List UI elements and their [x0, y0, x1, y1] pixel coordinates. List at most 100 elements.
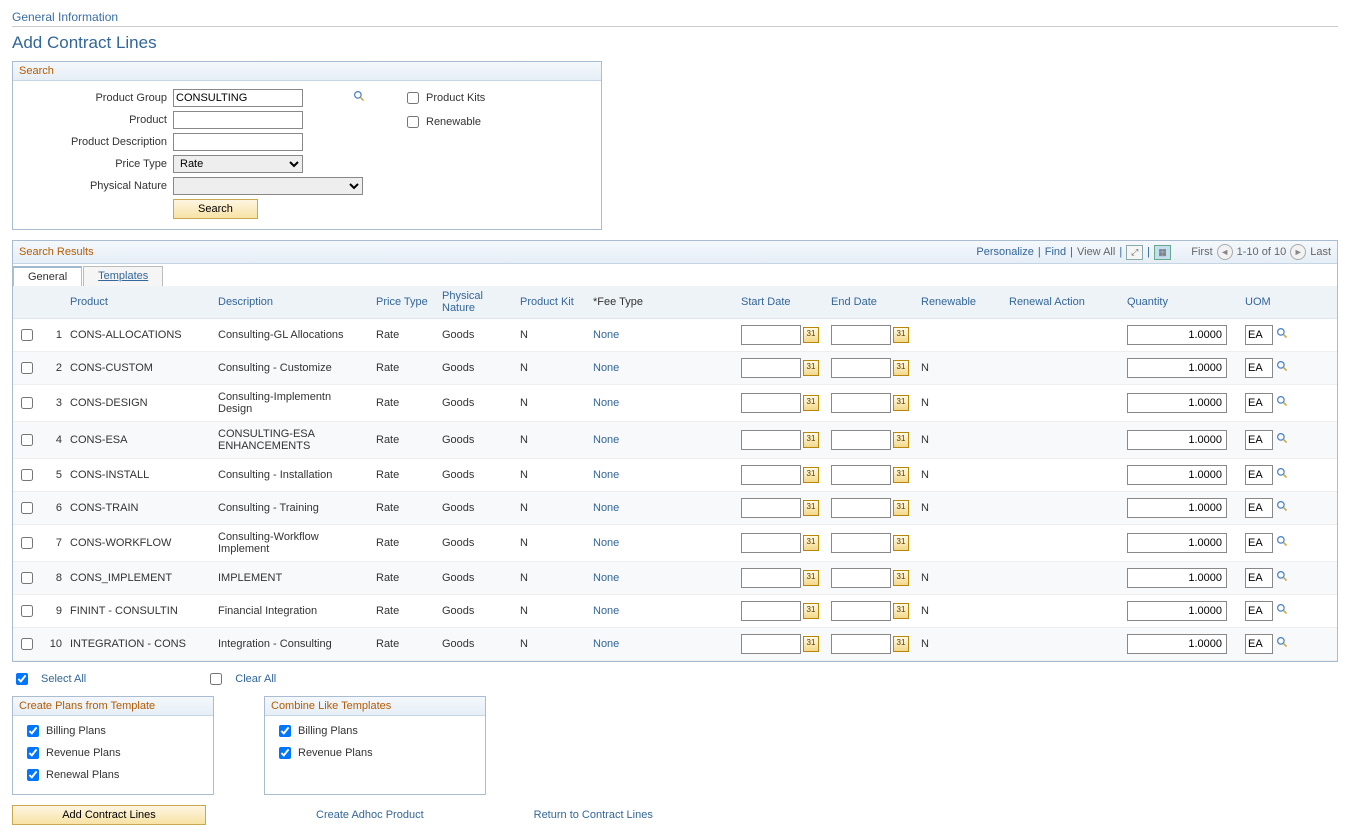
- return-to-contract-lines-link[interactable]: Return to Contract Lines: [534, 809, 653, 821]
- calendar-icon[interactable]: 31: [803, 432, 819, 448]
- calendar-icon[interactable]: 31: [893, 636, 909, 652]
- cell-fee-type[interactable]: None: [593, 605, 619, 617]
- product-description-input[interactable]: [173, 133, 303, 151]
- cell-fee-type[interactable]: None: [593, 638, 619, 650]
- zoom-icon[interactable]: ⤢: [1126, 245, 1143, 260]
- start-date-input[interactable]: [741, 430, 801, 450]
- end-date-input[interactable]: [831, 465, 891, 485]
- row-checkbox[interactable]: [21, 362, 33, 374]
- uom-input[interactable]: [1245, 358, 1273, 378]
- tab-general[interactable]: General: [13, 266, 82, 286]
- col-price-type[interactable]: Price Type: [372, 286, 438, 319]
- col-uom[interactable]: UOM: [1241, 286, 1337, 319]
- calendar-icon[interactable]: 31: [893, 570, 909, 586]
- calendar-icon[interactable]: 31: [803, 395, 819, 411]
- calendar-icon[interactable]: 31: [893, 603, 909, 619]
- row-checkbox[interactable]: [21, 502, 33, 514]
- calendar-icon[interactable]: 31: [803, 327, 819, 343]
- start-date-input[interactable]: [741, 498, 801, 518]
- quantity-input[interactable]: [1127, 568, 1227, 588]
- cell-fee-type[interactable]: None: [593, 397, 619, 409]
- end-date-input[interactable]: [831, 601, 891, 621]
- first-link[interactable]: First: [1191, 246, 1212, 258]
- create-billing-checkbox[interactable]: Billing Plans: [23, 722, 203, 740]
- end-date-input[interactable]: [831, 358, 891, 378]
- uom-input[interactable]: [1245, 325, 1273, 345]
- col-renewable[interactable]: Renewable: [917, 286, 1005, 319]
- calendar-icon[interactable]: 31: [803, 535, 819, 551]
- calendar-icon[interactable]: 31: [893, 535, 909, 551]
- create-adhoc-product-link[interactable]: Create Adhoc Product: [316, 809, 424, 821]
- physical-nature-select[interactable]: [173, 177, 363, 195]
- row-checkbox[interactable]: [21, 605, 33, 617]
- quantity-input[interactable]: [1127, 533, 1227, 553]
- cell-fee-type[interactable]: None: [593, 572, 619, 584]
- cell-fee-type[interactable]: None: [593, 537, 619, 549]
- row-checkbox[interactable]: [21, 572, 33, 584]
- find-link[interactable]: Find: [1045, 246, 1066, 258]
- col-quantity[interactable]: Quantity: [1123, 286, 1241, 319]
- col-description[interactable]: Description: [214, 286, 372, 319]
- col-product-kit[interactable]: Product Kit: [516, 286, 589, 319]
- end-date-input[interactable]: [831, 325, 891, 345]
- col-product[interactable]: Product: [66, 286, 214, 319]
- col-start-date[interactable]: Start Date: [737, 286, 827, 319]
- lookup-icon[interactable]: [1276, 570, 1289, 586]
- quantity-input[interactable]: [1127, 325, 1227, 345]
- quantity-input[interactable]: [1127, 601, 1227, 621]
- uom-input[interactable]: [1245, 533, 1273, 553]
- price-type-select[interactable]: Rate: [173, 155, 303, 173]
- create-revenue-checkbox[interactable]: Revenue Plans: [23, 744, 203, 762]
- create-renewal-checkbox[interactable]: Renewal Plans: [23, 766, 203, 784]
- calendar-icon[interactable]: 31: [893, 432, 909, 448]
- product-group-input[interactable]: [173, 89, 303, 107]
- cell-fee-type[interactable]: None: [593, 502, 619, 514]
- quantity-input[interactable]: [1127, 358, 1227, 378]
- calendar-icon[interactable]: 31: [893, 327, 909, 343]
- calendar-icon[interactable]: 31: [803, 467, 819, 483]
- calendar-icon[interactable]: 31: [803, 570, 819, 586]
- renewable-checkbox[interactable]: Renewable: [403, 113, 485, 131]
- end-date-input[interactable]: [831, 393, 891, 413]
- quantity-input[interactable]: [1127, 430, 1227, 450]
- view-all-link[interactable]: View All: [1077, 246, 1115, 258]
- cell-fee-type[interactable]: None: [593, 329, 619, 341]
- row-checkbox[interactable]: [21, 397, 33, 409]
- col-fee-type[interactable]: *Fee Type: [589, 286, 737, 319]
- uom-input[interactable]: [1245, 634, 1273, 654]
- start-date-input[interactable]: [741, 601, 801, 621]
- col-renewal-action[interactable]: Renewal Action: [1005, 286, 1123, 319]
- quantity-input[interactable]: [1127, 498, 1227, 518]
- select-all-link[interactable]: Select All: [41, 673, 86, 685]
- start-date-input[interactable]: [741, 634, 801, 654]
- lookup-icon[interactable]: [1276, 327, 1289, 343]
- quantity-input[interactable]: [1127, 465, 1227, 485]
- calendar-icon[interactable]: 31: [893, 395, 909, 411]
- start-date-input[interactable]: [741, 393, 801, 413]
- start-date-input[interactable]: [741, 465, 801, 485]
- calendar-icon[interactable]: 31: [893, 360, 909, 376]
- end-date-input[interactable]: [831, 568, 891, 588]
- uom-input[interactable]: [1245, 430, 1273, 450]
- col-end-date[interactable]: End Date: [827, 286, 917, 319]
- uom-input[interactable]: [1245, 601, 1273, 621]
- calendar-icon[interactable]: 31: [803, 603, 819, 619]
- end-date-input[interactable]: [831, 498, 891, 518]
- end-date-input[interactable]: [831, 634, 891, 654]
- download-icon[interactable]: ▦: [1154, 245, 1171, 260]
- lookup-icon[interactable]: [1276, 535, 1289, 551]
- calendar-icon[interactable]: 31: [893, 500, 909, 516]
- calendar-icon[interactable]: 31: [803, 360, 819, 376]
- end-date-input[interactable]: [831, 533, 891, 553]
- cell-fee-type[interactable]: None: [593, 434, 619, 446]
- product-kits-checkbox[interactable]: Product Kits: [403, 89, 485, 107]
- clear-all-link[interactable]: Clear All: [235, 673, 276, 685]
- lookup-icon[interactable]: [1276, 432, 1289, 448]
- uom-input[interactable]: [1245, 465, 1273, 485]
- product-input[interactable]: [173, 111, 303, 129]
- col-physical-nature[interactable]: Physical Nature: [438, 286, 516, 319]
- personalize-link[interactable]: Personalize: [976, 246, 1033, 258]
- row-checkbox[interactable]: [21, 537, 33, 549]
- search-button[interactable]: Search: [173, 199, 258, 219]
- lookup-icon[interactable]: [1276, 360, 1289, 376]
